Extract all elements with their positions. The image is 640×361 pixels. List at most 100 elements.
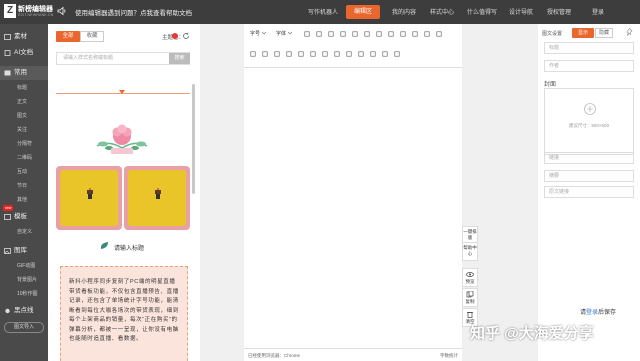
line-height-icon[interactable] [334, 51, 340, 57]
sub-item-title[interactable]: 标题 [0, 82, 48, 94]
note-text: 新抖小程序同步复刻了PC端的明星直播带货看板功能，不仅包含直播预告、直播记录，还… [69, 279, 179, 342]
category-dot-line[interactable]: 黑点线 [0, 304, 48, 318]
ordered-list-icon[interactable] [310, 51, 316, 57]
preview-button[interactable]: 预览 [462, 268, 478, 287]
format-painter-icon[interactable] [388, 31, 394, 37]
logo[interactable]: Z [4, 4, 16, 18]
copy-label: 复制 [465, 299, 475, 304]
quote-icon[interactable] [424, 31, 430, 37]
robot-icon [87, 188, 93, 199]
redo-icon[interactable] [412, 31, 418, 37]
italic-icon[interactable] [316, 31, 322, 37]
speaker-icon [57, 6, 66, 16]
font-size-select[interactable]: 字号 [250, 30, 260, 37]
cover-label: 封面 [544, 82, 557, 88]
refresh-icon[interactable] [182, 32, 190, 40]
list-icon[interactable] [298, 51, 304, 57]
tab-all[interactable]: 全部 [56, 31, 80, 42]
search-button[interactable]: 搜索 [169, 53, 190, 64]
nav-my-content[interactable]: 我的内容 [392, 7, 416, 16]
clear-format-icon[interactable] [376, 31, 382, 37]
login-link[interactable]: 登录 [586, 310, 598, 316]
floral-thank-you-illustration[interactable] [93, 118, 151, 162]
strikethrough-icon[interactable] [340, 31, 346, 37]
bold-icon[interactable] [304, 31, 310, 37]
nav-design-guide[interactable]: 设计导航 [509, 7, 533, 16]
cover-size-hint: 建议尺寸：900×500 [568, 123, 610, 128]
author-field[interactable]: 作者 [544, 60, 634, 72]
title-field[interactable]: 标题 [544, 42, 634, 54]
category-template-label: 模板 [14, 213, 27, 220]
scrollbar[interactable] [192, 84, 195, 194]
digest-field[interactable]: 摘要 [544, 170, 634, 182]
category-dot-line-label: 黑点线 [14, 307, 34, 314]
sub-item-quick-image[interactable]: 10秒作图 [0, 288, 48, 300]
category-template[interactable]: 模板 [0, 210, 48, 224]
align-justify-icon[interactable] [286, 51, 292, 57]
nav-style-center[interactable]: 样式中心 [430, 7, 454, 16]
music-icon[interactable] [370, 51, 376, 57]
undo-icon[interactable] [400, 31, 406, 37]
robot-icon [155, 188, 161, 199]
align-center-icon[interactable] [262, 51, 268, 57]
word-count[interactable]: 字数统计 [440, 353, 458, 359]
theme-color-swatch[interactable] [172, 33, 178, 39]
underline-icon[interactable] [328, 31, 334, 37]
emoji-icon[interactable] [394, 51, 400, 57]
table-icon[interactable] [382, 51, 388, 57]
nav-authorization[interactable]: 授权管理 [547, 7, 571, 16]
settings-label: 图文设置 [542, 31, 563, 37]
category-gallery[interactable]: 图库 [0, 244, 48, 258]
sub-item-gif[interactable]: GIF动图 [0, 260, 48, 272]
tab-show[interactable]: 显示 [572, 28, 594, 38]
highlight-icon[interactable] [364, 31, 370, 37]
sub-item-interact[interactable]: 互动 [0, 166, 48, 178]
category-sidebar: 素材 AI文档 常用 标题 正文 图文 关注 分隔符 二维码 互动 节日 其他 … [0, 24, 48, 361]
link-icon[interactable] [436, 31, 442, 37]
align-right-icon[interactable] [274, 51, 280, 57]
indent-icon[interactable] [322, 51, 328, 57]
import-article-button[interactable]: 图文导入 [4, 322, 44, 333]
nav-worth-writing[interactable]: 什么值得写 [467, 7, 497, 16]
sub-item-qrcode[interactable]: 二维码 [0, 152, 48, 164]
sub-item-body[interactable]: 正文 [0, 96, 48, 108]
sub-item-background[interactable]: 背景图片 [0, 274, 48, 286]
sub-item-follow[interactable]: 关注 [0, 124, 48, 136]
note-style-card[interactable]: 新抖小程序同步复刻了PC端的明星直播带货看板功能，不仅包含直播预告、直播记录，还… [60, 266, 188, 361]
pin-icon[interactable] [626, 28, 633, 36]
category-common[interactable]: 常用 [0, 66, 48, 80]
tab-favorites[interactable]: 收藏 [80, 31, 104, 42]
sub-item-festival[interactable]: 节日 [0, 180, 48, 192]
help-center-button[interactable]: 帮助中心 [462, 242, 478, 261]
editor-toolbar: 字号 字体 [244, 24, 462, 68]
help-notice-link[interactable]: 使用编辑器遇到问题？点我查看帮助文档 [75, 7, 192, 17]
login-save-tip: 请登录后保存 [580, 307, 616, 316]
align-left-icon[interactable] [250, 51, 256, 57]
grid-icon [4, 34, 11, 40]
style-card-2[interactable] [124, 166, 190, 230]
sub-item-divider[interactable]: 分隔符 [0, 138, 48, 150]
font-color-icon[interactable] [352, 31, 358, 37]
cover-upload[interactable]: 建议尺寸：900×500 [544, 88, 634, 155]
sub-item-custom[interactable]: 自定义 [0, 226, 48, 238]
save-tip-suffix: 后保存 [598, 310, 617, 316]
nav-editor[interactable]: 编辑区 [346, 5, 380, 19]
copy-button[interactable]: 复制 [462, 288, 478, 307]
font-family-select[interactable]: 字体 [276, 30, 286, 37]
template-icon [4, 214, 11, 220]
tab-hide[interactable]: 隐藏 [595, 28, 613, 38]
top-bar: Z 新榜编辑器 EDIT.NEWRANK.CN 使用编辑器遇到问题？点我查看帮助… [0, 0, 640, 24]
zhihu-watermark: 知乎 @大海爱分享 [470, 325, 594, 342]
sub-item-image-text[interactable]: 图文 [0, 110, 48, 122]
editor-canvas[interactable] [244, 68, 462, 348]
category-material[interactable]: 素材 [0, 30, 48, 44]
style-card-1[interactable] [56, 166, 122, 230]
original-link-field[interactable]: 原文链接 [544, 186, 634, 198]
video-icon[interactable] [358, 51, 364, 57]
title-style-placeholder[interactable]: 请输入标题 [114, 243, 144, 252]
nav-login[interactable]: 登录 [592, 7, 604, 16]
nav-writing-robot[interactable]: 写作机器人 [308, 7, 338, 16]
link-field[interactable]: 链接 [544, 152, 634, 164]
image-icon[interactable] [346, 51, 352, 57]
category-ai-doc[interactable]: AI文档 [0, 46, 48, 60]
